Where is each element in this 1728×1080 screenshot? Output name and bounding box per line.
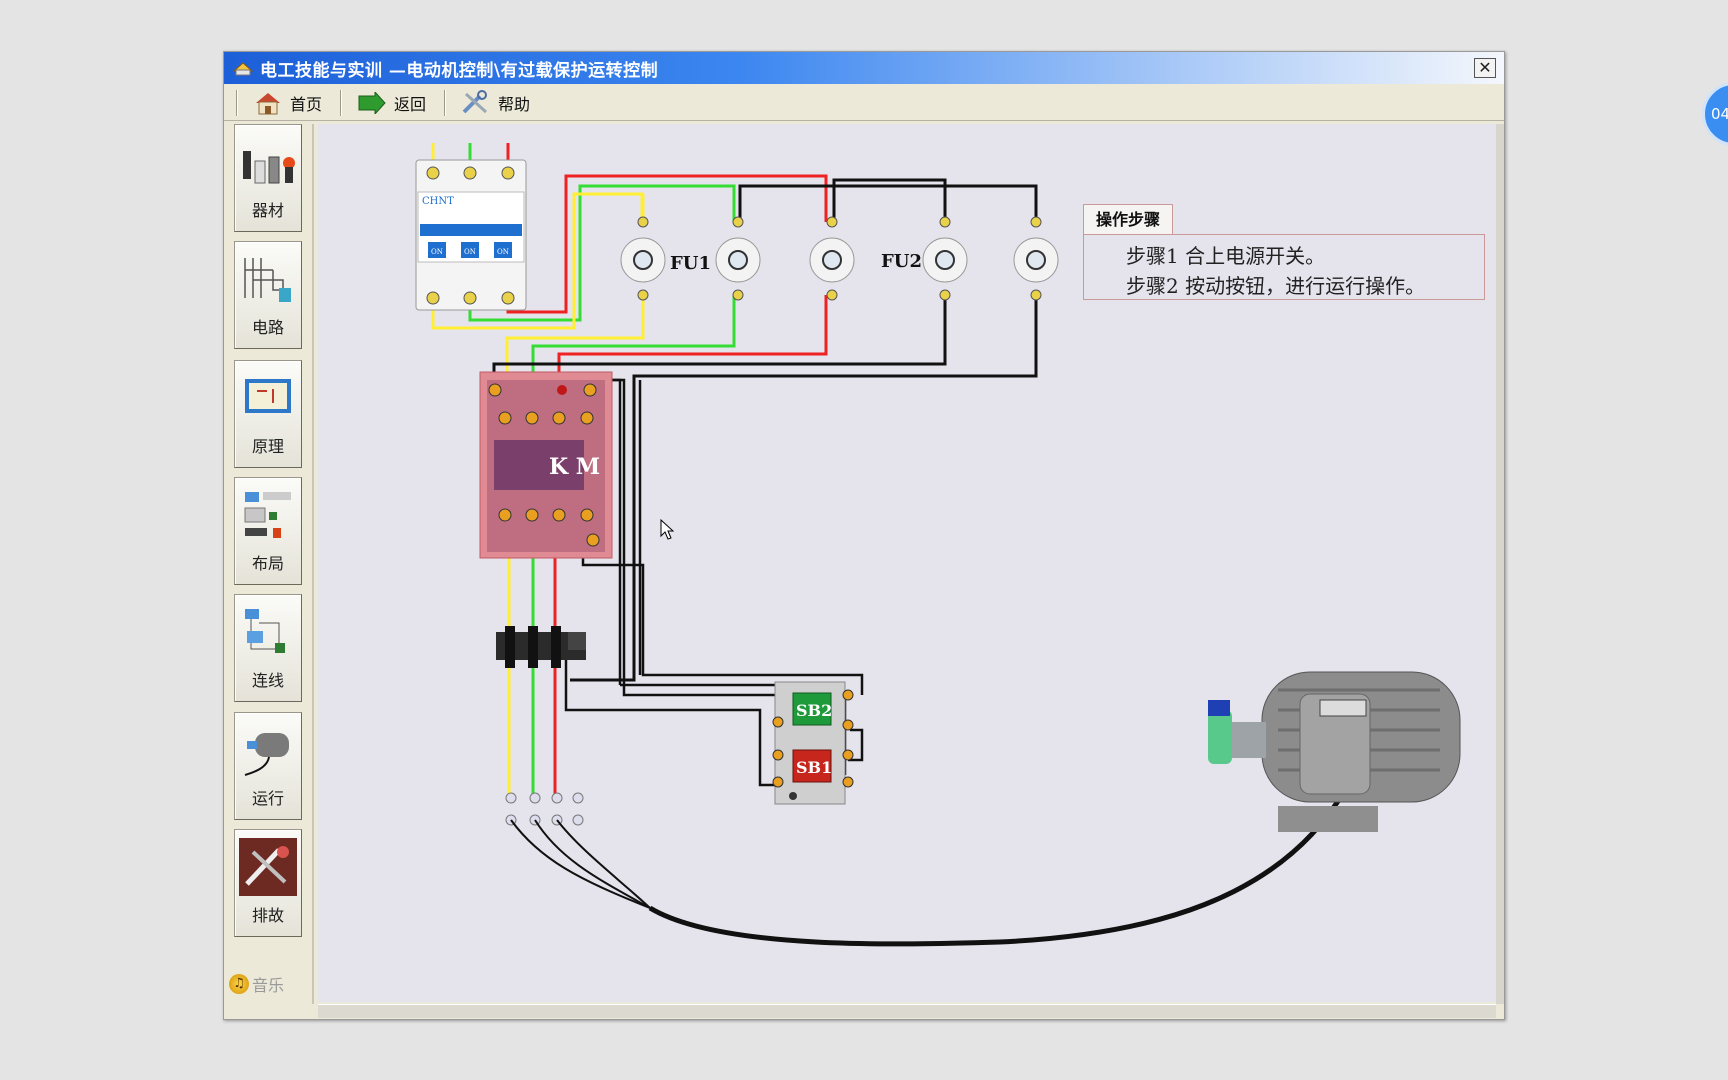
layout-icon	[244, 492, 291, 538]
sidebar-item-label: 布局	[251, 554, 284, 573]
close-button[interactable]: ✕	[1474, 58, 1496, 78]
mouse-cursor-icon	[660, 519, 675, 540]
sidebar-item-principle[interactable]: 原理	[234, 360, 302, 468]
home-icon	[252, 90, 284, 116]
sidebar-item-label: 运行	[251, 789, 284, 808]
steps-panel-tab[interactable]: 操作步骤	[1083, 204, 1174, 234]
circuit-icon	[244, 258, 291, 302]
music-toggle[interactable]: ♫ 音乐	[229, 972, 284, 996]
sidebar-item-label: 器材	[251, 201, 284, 220]
back-button[interactable]: 返回	[342, 88, 444, 118]
horizontal-scrollbar[interactable]	[318, 1004, 1496, 1018]
sidebar-item-equipment[interactable]: 器材	[234, 124, 302, 232]
help-label: 帮助	[498, 94, 531, 114]
toolbar: 首页 返回 帮助	[224, 85, 1504, 121]
sidebar-item-layout[interactable]: 布局	[234, 477, 302, 585]
troubleshoot-icon	[239, 838, 297, 896]
back-label: 返回	[394, 94, 427, 114]
sidebar-item-troubleshoot[interactable]: 排故	[234, 829, 302, 937]
run-motor-icon	[244, 733, 289, 776]
title-bar: 电工技能与实训 —电动机控制\有过载保护运转控制 ✕	[224, 52, 1504, 84]
equipment-icon	[243, 151, 295, 184]
principle-icon	[245, 379, 291, 413]
vertical-scrollbar[interactable]	[1496, 124, 1504, 1004]
sidebar-item-label: 电路	[251, 318, 284, 337]
help-button[interactable]: 帮助	[446, 88, 548, 118]
music-note-icon: ♫	[229, 974, 249, 994]
step-1-text: 步骤1 合上电源开关。	[1126, 244, 1326, 268]
floating-badge[interactable]: 04	[1702, 82, 1728, 146]
music-label: 音乐	[252, 976, 285, 995]
sidebar-item-label: 连线	[251, 671, 284, 690]
wiring-icon	[245, 609, 285, 653]
sidebar: 器材 电路 原理 布局 连线 运行 排故 ♫ 音乐	[227, 124, 314, 1004]
help-tools-icon	[460, 89, 492, 116]
sidebar-item-label: 排故	[251, 906, 284, 925]
sidebar-item-circuit[interactable]: 电路	[234, 241, 302, 349]
sidebar-item-run[interactable]: 运行	[234, 712, 302, 820]
home-label: 首页	[290, 94, 323, 114]
sidebar-item-label: 原理	[251, 437, 284, 456]
sidebar-item-wiring[interactable]: 连线	[234, 594, 302, 702]
step-2-text: 步骤2 按动按钮，进行运行操作。	[1126, 274, 1426, 298]
app-icon	[230, 58, 256, 78]
home-button[interactable]: 首页	[238, 88, 340, 118]
back-arrow-icon	[356, 90, 388, 116]
app-window: 电工技能与实训 —电动机控制\有过载保护运转控制 ✕ 首页 返回 帮助 器材 电…	[223, 51, 1505, 1020]
window-title: 电工技能与实训 —电动机控制\有过载保护运转控制	[260, 60, 659, 81]
